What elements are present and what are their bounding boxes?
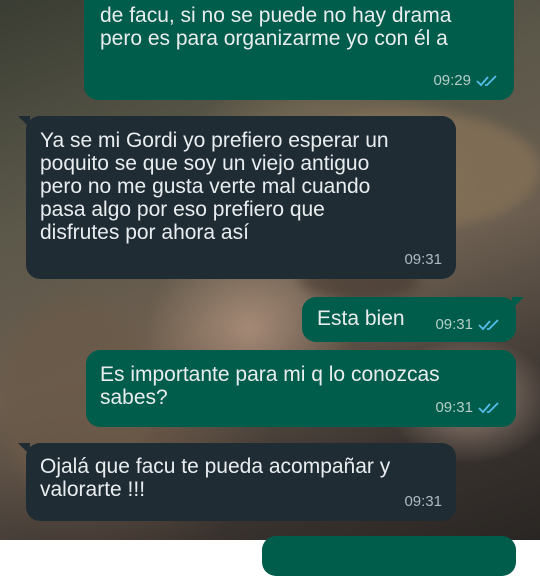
message-time: 09:31 [435, 399, 473, 416]
message-bubble-outgoing[interactable]: de facu, si no se puede no hay drama per… [84, 0, 514, 100]
read-receipt-icon [478, 318, 499, 330]
message-meta: 09:29 [433, 69, 500, 92]
read-receipt-icon [478, 401, 499, 413]
message-time: 09:29 [433, 72, 471, 89]
message-bubble-outgoing[interactable]: Esta bien 09:31 [302, 297, 524, 342]
message-bubble-outgoing-partial[interactable] [262, 536, 516, 576]
message-meta: 09:31 [404, 490, 442, 513]
message-meta: 09:31 [435, 313, 502, 336]
message-time: 09:31 [404, 493, 442, 510]
read-receipt-icon [476, 74, 497, 86]
message-text: Ojalá que facu te pueda acompañar y valo… [40, 455, 391, 501]
message-time: 09:31 [404, 251, 442, 268]
message-bubble-outgoing[interactable]: Es importante para mi q lo conozcas sabe… [86, 350, 516, 427]
message-meta: 09:31 [404, 248, 442, 271]
message-bubble-incoming[interactable]: Ojalá que facu te pueda acompañar y valo… [18, 443, 456, 521]
message-text: Ya se mi Gordi yo prefiero esperar un po… [40, 129, 389, 244]
message-bubble-incoming[interactable]: Ya se mi Gordi yo prefiero esperar un po… [18, 116, 456, 279]
bubble-tail [512, 297, 524, 309]
bubble-tail [18, 443, 30, 455]
bubble-tail [18, 116, 30, 128]
message-time: 09:31 [435, 316, 473, 333]
message-text: de facu, si no se puede no hay drama per… [100, 4, 452, 50]
message-meta: 09:31 [435, 396, 502, 419]
